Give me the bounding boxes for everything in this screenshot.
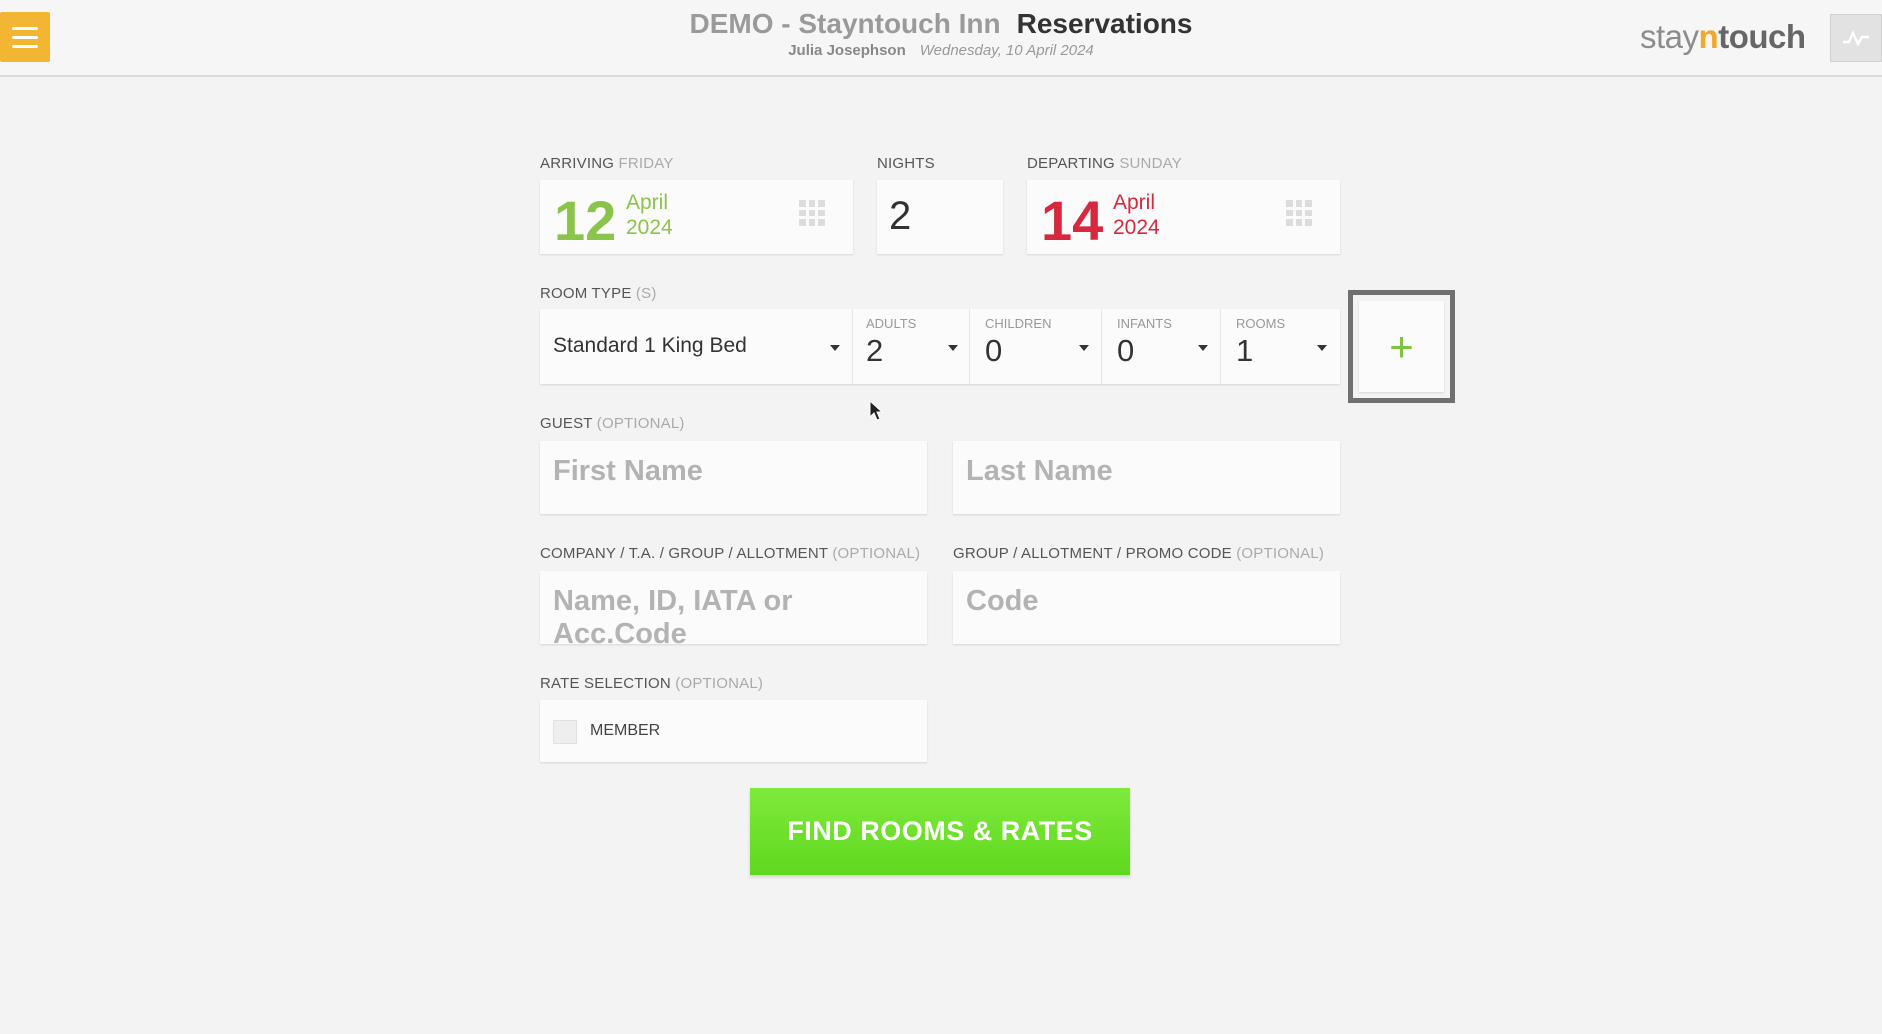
arrival-month: April (626, 191, 669, 214)
guest-optional: (OPTIONAL) (596, 415, 685, 432)
stayntouch-logo: stayntouch (1640, 18, 1806, 56)
room-type-select[interactable]: Standard 1 King Bed (540, 309, 852, 384)
rate-optional: (OPTIONAL) (675, 675, 764, 692)
infants-select[interactable]: INFANTS 0 (1102, 309, 1220, 384)
logo-prefix: stay (1640, 18, 1699, 55)
arriving-label: ARRIVING FRIDAY (540, 155, 674, 172)
guest-label-text: GUEST (540, 415, 593, 432)
chevron-down-icon (830, 345, 840, 351)
departure-day: 14 (1041, 189, 1104, 252)
rooms-value: 1 (1236, 333, 1254, 368)
infants-value: 0 (1117, 333, 1135, 368)
nights-input[interactable]: 2 (877, 180, 1003, 254)
arrival-month-year: April 2024 (626, 190, 673, 240)
member-label: MEMBER (590, 722, 661, 739)
chevron-down-icon (1317, 345, 1327, 351)
activity-button[interactable] (1830, 14, 1882, 62)
arrival-day: 12 (554, 189, 617, 252)
adults-select[interactable]: ADULTS 2 (853, 309, 969, 384)
nights-value: 2 (889, 194, 912, 238)
plus-icon: + (1389, 322, 1414, 370)
calendar-grid-icon (1286, 200, 1312, 226)
arrival-date-picker[interactable]: 12 April 2024 (540, 180, 853, 254)
rate-selection-label: RATE SELECTION (OPTIONAL) (540, 675, 763, 692)
departure-date-picker[interactable]: 14 April 2024 (1027, 180, 1340, 254)
find-rooms-rates-button[interactable]: FIND ROOMS & RATES (750, 788, 1130, 875)
hotel-name: DEMO - Stayntouch Inn (689, 8, 1001, 39)
last-name-placeholder: Last Name (966, 455, 1113, 487)
children-label: CHILDREN (985, 316, 1052, 331)
top-header: DEMO - Stayntouch Inn Reservations Julia … (0, 0, 1882, 77)
chevron-down-icon (948, 345, 958, 351)
promo-label-text: GROUP / ALLOTMENT / PROMO CODE (953, 545, 1232, 562)
rooms-label: ROOMS (1236, 316, 1286, 331)
logo-suffix: touch (1718, 18, 1806, 55)
adults-label: ADULTS (866, 316, 917, 331)
departing-label: DEPARTING SUNDAY (1027, 155, 1182, 172)
promo-optional: (OPTIONAL) (1236, 545, 1325, 562)
departure-month-year: April 2024 (1113, 190, 1160, 240)
departing-label-text: DEPARTING (1027, 155, 1115, 172)
guest-label: GUEST (OPTIONAL) (540, 415, 685, 432)
business-date: Wednesday, 10 April 2024 (919, 42, 1094, 59)
promo-code-field[interactable]: Code (953, 571, 1340, 644)
departure-month: April (1113, 191, 1156, 214)
mouse-cursor-icon (869, 400, 883, 421)
company-label-text: COMPANY / T.A. / GROUP / ALLOTMENT (540, 545, 828, 562)
rate-label-text: RATE SELECTION (540, 675, 671, 692)
company-label: COMPANY / T.A. / GROUP / ALLOTMENT (OPTI… (540, 545, 920, 562)
children-value: 0 (985, 333, 1003, 368)
company-placeholder: Name, ID, IATA or Acc.Code (553, 585, 793, 650)
room-type-label-suffix: (S) (635, 285, 657, 302)
member-checkbox[interactable] (553, 720, 577, 744)
infants-label: INFANTS (1117, 316, 1172, 331)
user-name: Julia Josephson (788, 42, 906, 59)
room-row: Standard 1 King Bed ADULTS 2 CHILDREN 0 … (540, 309, 1340, 384)
room-type-label: ROOM TYPE (S) (540, 285, 657, 302)
company-optional: (OPTIONAL) (832, 545, 921, 562)
activity-icon (1843, 29, 1869, 47)
header-title-block: DEMO - Stayntouch Inn Reservations Julia … (0, 8, 1882, 59)
room-type-value: Standard 1 King Bed (553, 334, 747, 357)
first-name-placeholder: First Name (553, 455, 703, 487)
last-name-field[interactable]: Last Name (953, 441, 1340, 514)
nights-label: NIGHTS (877, 155, 935, 172)
promo-placeholder: Code (966, 585, 1039, 617)
room-type-label-text: ROOM TYPE (540, 285, 632, 302)
add-room-highlight: + (1348, 290, 1455, 403)
arriving-label-text: ARRIVING (540, 155, 615, 172)
add-room-button[interactable]: + (1359, 301, 1444, 392)
adults-value: 2 (866, 333, 884, 368)
calendar-grid-icon (799, 200, 825, 226)
arrival-weekday: FRIDAY (618, 155, 674, 172)
rooms-select[interactable]: ROOMS 1 (1221, 309, 1340, 384)
departure-year: 2024 (1113, 216, 1160, 239)
page-title: Reservations (1016, 8, 1193, 39)
member-rate-option[interactable]: MEMBER (540, 700, 927, 762)
chevron-down-icon (1198, 345, 1208, 351)
first-name-field[interactable]: First Name (540, 441, 927, 514)
arrival-year: 2024 (626, 216, 673, 239)
children-select[interactable]: CHILDREN 0 (970, 309, 1101, 384)
chevron-down-icon (1079, 345, 1089, 351)
logo-n: n (1698, 18, 1719, 55)
departure-weekday: SUNDAY (1119, 155, 1182, 172)
promo-label: GROUP / ALLOTMENT / PROMO CODE (OPTIONAL… (953, 545, 1324, 562)
company-search-field[interactable]: Name, ID, IATA or Acc.Code (540, 571, 927, 650)
